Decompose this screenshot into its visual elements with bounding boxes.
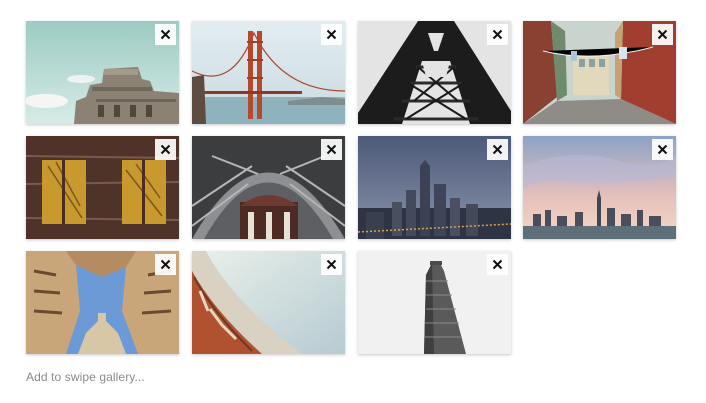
close-icon: [160, 29, 171, 40]
close-icon: [492, 29, 503, 40]
gallery-thumbnail[interactable]: [26, 21, 179, 124]
remove-image-button[interactable]: [487, 254, 508, 275]
swipe-gallery: Add to swipe gallery...: [0, 0, 706, 403]
remove-image-button[interactable]: [487, 24, 508, 45]
gallery-thumbnail[interactable]: [523, 21, 676, 124]
gallery-thumbnail[interactable]: [358, 21, 511, 124]
close-icon: [326, 144, 337, 155]
gallery-thumbnail[interactable]: [358, 251, 511, 354]
gallery-thumbnail[interactable]: [358, 136, 511, 239]
remove-image-button[interactable]: [321, 254, 342, 275]
close-icon: [657, 29, 668, 40]
close-icon: [326, 29, 337, 40]
gallery-thumbnail[interactable]: [192, 21, 345, 124]
remove-image-button[interactable]: [652, 139, 673, 160]
close-icon: [160, 259, 171, 270]
close-icon: [492, 144, 503, 155]
gallery-thumbnail[interactable]: [523, 136, 676, 239]
gallery-thumbnail[interactable]: [26, 136, 179, 239]
remove-image-button[interactable]: [652, 24, 673, 45]
close-icon: [326, 259, 337, 270]
remove-image-button[interactable]: [321, 139, 342, 160]
remove-image-button[interactable]: [487, 139, 508, 160]
remove-image-button[interactable]: [155, 254, 176, 275]
gallery-thumbnail[interactable]: [192, 251, 345, 354]
close-icon: [657, 144, 668, 155]
remove-image-button[interactable]: [321, 24, 342, 45]
remove-image-button[interactable]: [155, 24, 176, 45]
close-icon: [492, 259, 503, 270]
gallery-thumbnail[interactable]: [26, 251, 179, 354]
remove-image-button[interactable]: [155, 139, 176, 160]
add-to-gallery-link[interactable]: Add to swipe gallery...: [26, 370, 145, 384]
gallery-thumbnail[interactable]: [192, 136, 345, 239]
close-icon: [160, 144, 171, 155]
